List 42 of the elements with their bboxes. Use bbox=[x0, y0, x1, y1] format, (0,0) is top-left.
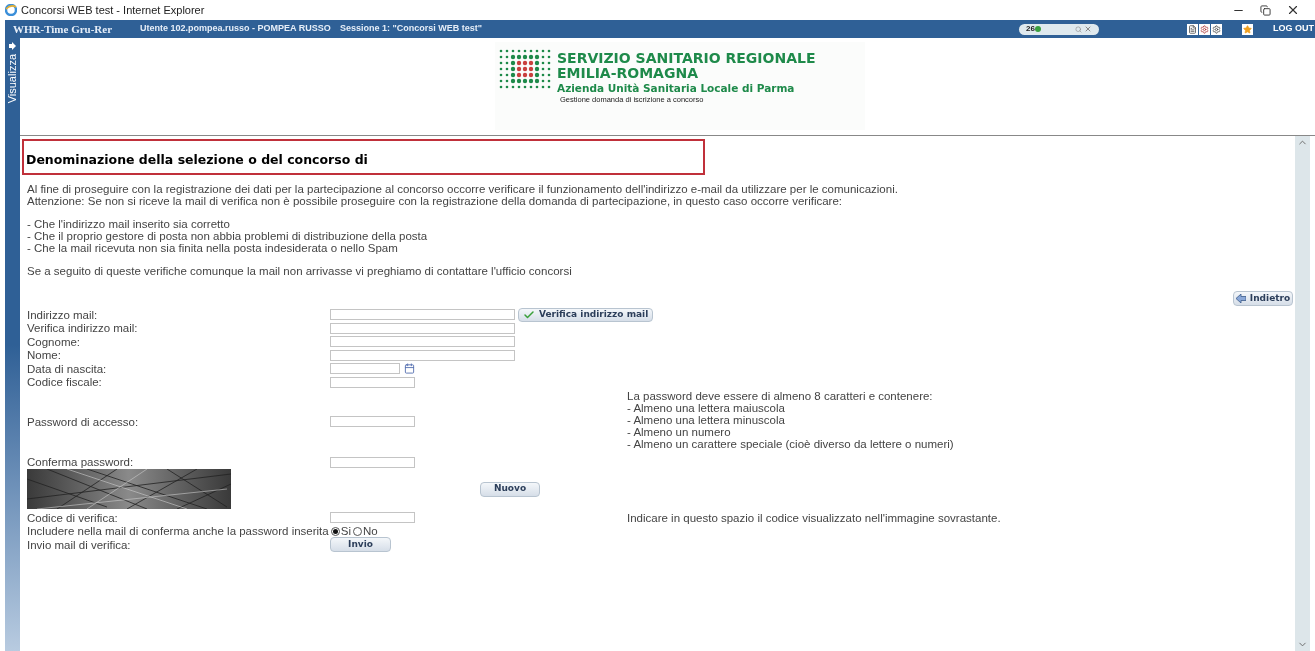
field-label: Password di accesso: bbox=[27, 415, 140, 428]
field-label: Indirizzo mail: bbox=[27, 308, 99, 321]
logo-title: EMILIA-ROMAGNA bbox=[557, 66, 699, 81]
side-panel-label: Visualizza bbox=[5, 54, 20, 104]
field-label: Nome: bbox=[27, 349, 62, 362]
back-button[interactable]: Indietro bbox=[1233, 291, 1293, 306]
check-item: - Che il proprio gestore di posta non abbia problemi di distribuzione della posta bbox=[27, 230, 429, 242]
user-info: Utente 102.pompea.russo - POMPEA RUSSO bbox=[140, 22, 332, 36]
logo-title: SERVIZIO SANITARIO REGIONALE bbox=[557, 51, 816, 66]
password-rule: - Almeno una lettera maiuscola bbox=[627, 402, 786, 414]
check-item: - Che l'indirizzo mail inserito sia corretto bbox=[27, 218, 231, 230]
field-label: Invio mail di verifica: bbox=[27, 538, 132, 551]
field-label: Codice di verifica: bbox=[27, 511, 119, 524]
intro-text: Attenzione: Se non si riceve la mail di verifica non è possibile proseguire con la registrazione della domanda di partecipazione, in questo caso occorre verificare: bbox=[27, 195, 844, 207]
verify-email-button[interactable]: Verifica indirizzo mail bbox=[518, 307, 654, 322]
new-code-button[interactable]: Nuovo bbox=[480, 481, 540, 497]
session-info: Sessione 1: "Concorsi WEB test" bbox=[340, 22, 483, 36]
field-label: Verifica indirizzo mail: bbox=[27, 322, 139, 335]
field-label: Codice fiscale: bbox=[27, 376, 103, 389]
side-panel[interactable]: Visualizza bbox=[5, 38, 20, 651]
password-rule: - Almeno un numero bbox=[627, 426, 732, 438]
password-rule: - Almeno un carattere speciale (cioè diverso da lettere o numeri) bbox=[627, 438, 954, 450]
radio-label: Si bbox=[340, 525, 351, 538]
captcha-hint: Indicare in questo spazio il codice visualizzato nell'immagine sovrastante. bbox=[627, 511, 1001, 526]
logo-subtitle: Azienda Unità Sanitaria Locale di Parma bbox=[557, 81, 796, 95]
field-label: Data di nascita: bbox=[27, 362, 108, 375]
field-label: Includere nella mail di conferma anche la password inserita bbox=[27, 525, 329, 538]
radio-label: No bbox=[362, 525, 378, 538]
password-rule: - Almeno una lettera minuscola bbox=[627, 414, 786, 426]
section-title: Denominazione della selezione o del concorso di bbox=[26, 152, 368, 167]
search-pill[interactable]: 26 bbox=[1019, 23, 1100, 35]
field-label: Cognome: bbox=[27, 335, 82, 348]
intro-text: Al fine di proseguire con la registrazione dei dati per la partecipazione al concorso occorre verificare il funzionamento dell'indirizzo e-mail da utilizzare per le comunicazioni. bbox=[27, 183, 899, 195]
password-rules-title: La password deve essere di almeno 8 caratteri e contenere: bbox=[627, 390, 934, 402]
send-button[interactable]: Invio bbox=[330, 537, 391, 553]
check-item: - Che la mail ricevuta non sia finita nella posta indesiderata o nello Spam bbox=[27, 242, 399, 254]
app-name: WHR-Time Gru-Rer bbox=[13, 21, 114, 37]
window-title: Concorsi WEB test - Internet Explorer bbox=[21, 2, 205, 18]
logout-link[interactable]: LOG OUT bbox=[1273, 22, 1315, 36]
counter: 26 bbox=[1026, 23, 1035, 35]
field-label: Conferma password: bbox=[27, 456, 135, 469]
contact-note: Se a seguito di queste verifiche comunque la mail non arrivasse vi preghiamo di contattare l'ufficio concorsi bbox=[27, 265, 573, 277]
